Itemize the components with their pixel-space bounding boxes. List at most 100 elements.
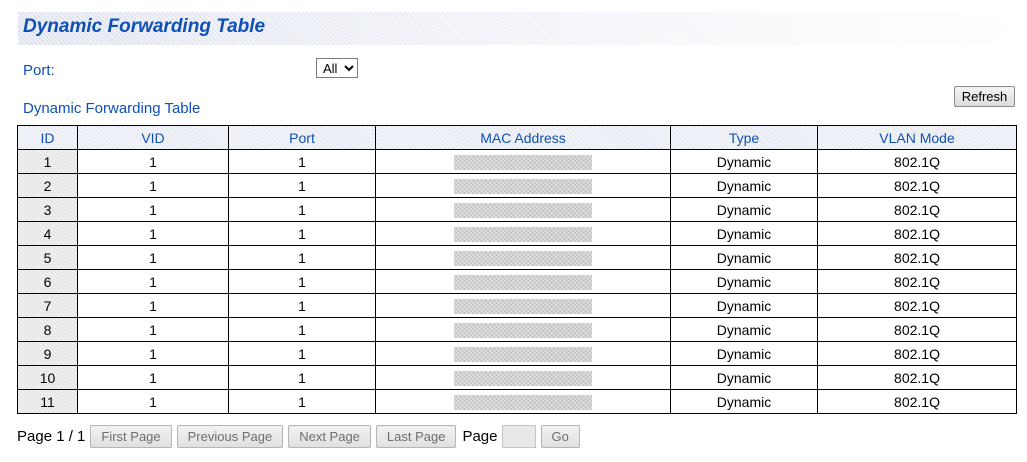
cell-type: Dynamic [670,269,818,294]
table-row: 11 1 1 Dynamic 802.1Q [17,389,1017,414]
cell-mac-address [375,245,671,270]
table-row: 5 1 1 Dynamic 802.1Q [17,245,1017,270]
cell-id: 1 [17,149,78,174]
cell-vid: 1 [77,341,229,366]
cell-id: 7 [17,293,78,318]
cell-mac-address [375,341,671,366]
cell-type: Dynamic [670,341,818,366]
cell-vlan-mode: 802.1Q [817,221,1017,246]
previous-page-button[interactable]: Previous Page [176,424,284,448]
cell-type: Dynamic [670,245,818,270]
cell-type: Dynamic [670,293,818,318]
cell-vlan-mode: 802.1Q [817,389,1017,414]
cell-vlan-mode: 802.1Q [817,365,1017,390]
redacted-mac-address [454,226,592,242]
cell-vid: 1 [77,197,229,222]
cell-id: 6 [17,269,78,294]
cell-id: 11 [17,389,78,414]
redacted-mac-address [454,154,592,170]
go-button[interactable]: Go [540,424,580,448]
redacted-mac-address [454,202,592,218]
cell-id: 8 [17,317,78,342]
table-row: 3 1 1 Dynamic 802.1Q [17,197,1017,222]
last-page-button[interactable]: Last Page [375,424,457,448]
column-header-mac-address: MAC Address [375,125,671,150]
cell-type: Dynamic [670,197,818,222]
cell-type: Dynamic [670,365,818,390]
cell-port: 1 [228,245,376,270]
table-row: 2 1 1 Dynamic 802.1Q [17,173,1017,198]
section-title: Dynamic Forwarding Table [23,100,201,117]
cell-vid: 1 [77,269,229,294]
goto-page-input[interactable] [501,424,536,448]
cell-vid: 1 [77,293,229,318]
table-row: 7 1 1 Dynamic 802.1Q [17,293,1017,318]
cell-vlan-mode: 802.1Q [817,317,1017,342]
cell-type: Dynamic [670,173,818,198]
cell-type: Dynamic [670,389,818,414]
redacted-mac-address [454,370,592,386]
refresh-button[interactable]: Refresh [954,86,1015,107]
pager: Page 1 / 1 First Page Previous Page Next… [17,424,585,448]
cell-id: 10 [17,365,78,390]
cell-port: 1 [228,149,376,174]
cell-port: 1 [228,389,376,414]
cell-port: 1 [228,293,376,318]
cell-port: 1 [228,221,376,246]
cell-mac-address [375,389,671,414]
cell-mac-address [375,317,671,342]
redacted-mac-address [454,298,592,314]
table-body: 1 1 1 Dynamic 802.1Q 2 1 1 Dynamic 802.1Q 3 1 1 Dynam… [17,149,1017,414]
cell-vlan-mode: 802.1Q [817,245,1017,270]
table-row: 1 1 1 Dynamic 802.1Q [17,149,1017,174]
redacted-mac-address [454,250,592,266]
column-header-type: Type [670,125,818,150]
cell-port: 1 [228,269,376,294]
port-filter-label: Port: [23,62,55,79]
cell-vid: 1 [77,221,229,246]
redacted-mac-address [454,394,592,410]
cell-id: 4 [17,221,78,246]
table-row: 9 1 1 Dynamic 802.1Q [17,341,1017,366]
cell-mac-address [375,197,671,222]
column-header-vlan-mode: VLAN Mode [817,125,1017,150]
cell-mac-address [375,365,671,390]
cell-id: 2 [17,173,78,198]
title-banner: Dynamic Forwarding Table [18,12,1021,45]
page-title: Dynamic Forwarding Table [23,16,266,37]
cell-type: Dynamic [670,317,818,342]
cell-mac-address [375,269,671,294]
cell-vid: 1 [77,173,229,198]
cell-mac-address [375,173,671,198]
cell-vlan-mode: 802.1Q [817,293,1017,318]
column-header-id: ID [17,125,78,150]
cell-vid: 1 [77,317,229,342]
cell-port: 1 [228,197,376,222]
cell-port: 1 [228,341,376,366]
next-page-button[interactable]: Next Page [288,424,371,448]
cell-vlan-mode: 802.1Q [817,149,1017,174]
table-row: 6 1 1 Dynamic 802.1Q [17,269,1017,294]
redacted-mac-address [454,178,592,194]
page-info: Page 1 / 1 [17,427,86,445]
redacted-mac-address [454,274,592,290]
cell-type: Dynamic [670,149,818,174]
cell-vlan-mode: 802.1Q [817,197,1017,222]
cell-vlan-mode: 802.1Q [817,173,1017,198]
cell-id: 3 [17,197,78,222]
table-row: 8 1 1 Dynamic 802.1Q [17,317,1017,342]
cell-mac-address [375,221,671,246]
cell-port: 1 [228,173,376,198]
first-page-button[interactable]: First Page [90,424,172,448]
cell-vid: 1 [77,245,229,270]
cell-id: 9 [17,341,78,366]
dynamic-forwarding-table-page: Dynamic Forwarding Table Port: All Dynam… [0,0,1027,462]
cell-port: 1 [228,317,376,342]
cell-vid: 1 [77,365,229,390]
cell-id: 5 [17,245,78,270]
cell-mac-address [375,149,671,174]
port-filter-select[interactable]: All [316,58,358,78]
column-header-vid: VID [77,125,229,150]
forwarding-table: ID VID Port MAC Address Type VLAN Mode 1… [17,125,1017,414]
cell-vlan-mode: 802.1Q [817,341,1017,366]
